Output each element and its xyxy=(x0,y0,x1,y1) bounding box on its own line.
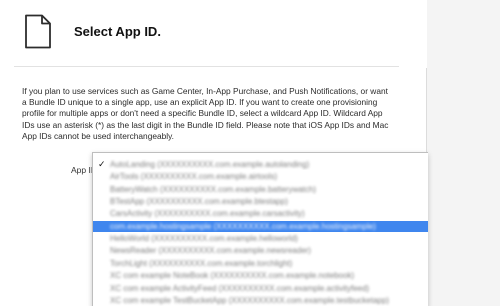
app-id-option[interactable]: BTestApp (XXXXXXXXXX.com.example.btestap… xyxy=(93,196,428,207)
app-id-option[interactable]: XC com example NoteBook (XXXXXXXXXX.com.… xyxy=(93,270,428,281)
page-header: Select App ID. xyxy=(0,0,427,68)
app-id-option[interactable]: XC com example TestBucketApp (XXXXXXXXXX… xyxy=(93,295,428,306)
right-gutter xyxy=(426,0,500,306)
app-id-option[interactable]: AirTools (XXXXXXXXXX.com.example.airtool… xyxy=(93,171,428,182)
app-id-option-label: com.example.hostingsample (XXXXXXXXXX.co… xyxy=(110,221,376,231)
app-id-option[interactable]: XC com example ActivityFeed (XXXXXXXXXX.… xyxy=(93,283,428,294)
app-id-option-label: AutoLanding (XXXXXXXXXX.com.example.auto… xyxy=(110,160,310,169)
app-id-option[interactable]: BatteryWatch (XXXXXXXXXX.com.example.bat… xyxy=(93,184,428,195)
app-id-option-label: NewsReader (XXXXXXXXXX.com.example.newsr… xyxy=(110,246,311,256)
header-divider xyxy=(14,66,399,67)
app-id-option-label: HelloWorld (XXXXXXXXXX.com.example.hello… xyxy=(110,234,298,244)
app-id-option-label: XC com example TestBucketApp (XXXXXXXXXX… xyxy=(110,295,390,305)
app-id-option-label: BTestApp (XXXXXXXXXX.com.example.btestap… xyxy=(110,197,288,207)
app-id-option-label: TorchLight (XXXXXXXXXX.com.example.torch… xyxy=(110,258,293,268)
app-id-option-label: AirTools (XXXXXXXXXX.com.example.airtool… xyxy=(110,172,278,182)
app-id-option[interactable]: TorchLight (XXXXXXXXXX.com.example.torch… xyxy=(93,258,428,269)
app-id-selection-page: Select App ID. If you plan to use servic… xyxy=(0,0,500,306)
app-id-option-label: CarsActivity (XXXXXXXXXX.com.example.car… xyxy=(110,209,305,219)
app-id-description: If you plan to use services such as Game… xyxy=(22,86,389,141)
app-id-dropdown[interactable]: ✓ AutoLanding (XXXXXXXXXX.com.example.aut… xyxy=(92,152,428,306)
app-id-option[interactable]: HelloWorld (XXXXXXXXXX.com.example.hello… xyxy=(93,233,428,244)
document-icon xyxy=(25,14,51,49)
checkmark-icon: ✓ xyxy=(98,159,106,169)
app-id-option-label: XC com example ActivityFeed (XXXXXXXXXX.… xyxy=(110,283,370,293)
app-id-option[interactable]: NewsReader (XXXXXXXXXX.com.example.newsr… xyxy=(93,245,428,256)
app-id-option-label: XC com example NoteBook (XXXXXXXXXX.com.… xyxy=(110,271,355,281)
app-id-option[interactable]: com.example.hostingsample (XXXXXXXXXX.co… xyxy=(93,220,428,233)
app-id-option-label: BatteryWatch (XXXXXXXXXX.com.example.bat… xyxy=(110,184,317,194)
page-title: Select App ID. xyxy=(74,24,161,39)
app-id-option[interactable]: CarsActivity (XXXXXXXXXX.com.example.car… xyxy=(93,208,428,219)
app-id-option[interactable]: ✓ AutoLanding (XXXXXXXXXX.com.example.aut… xyxy=(93,159,428,170)
